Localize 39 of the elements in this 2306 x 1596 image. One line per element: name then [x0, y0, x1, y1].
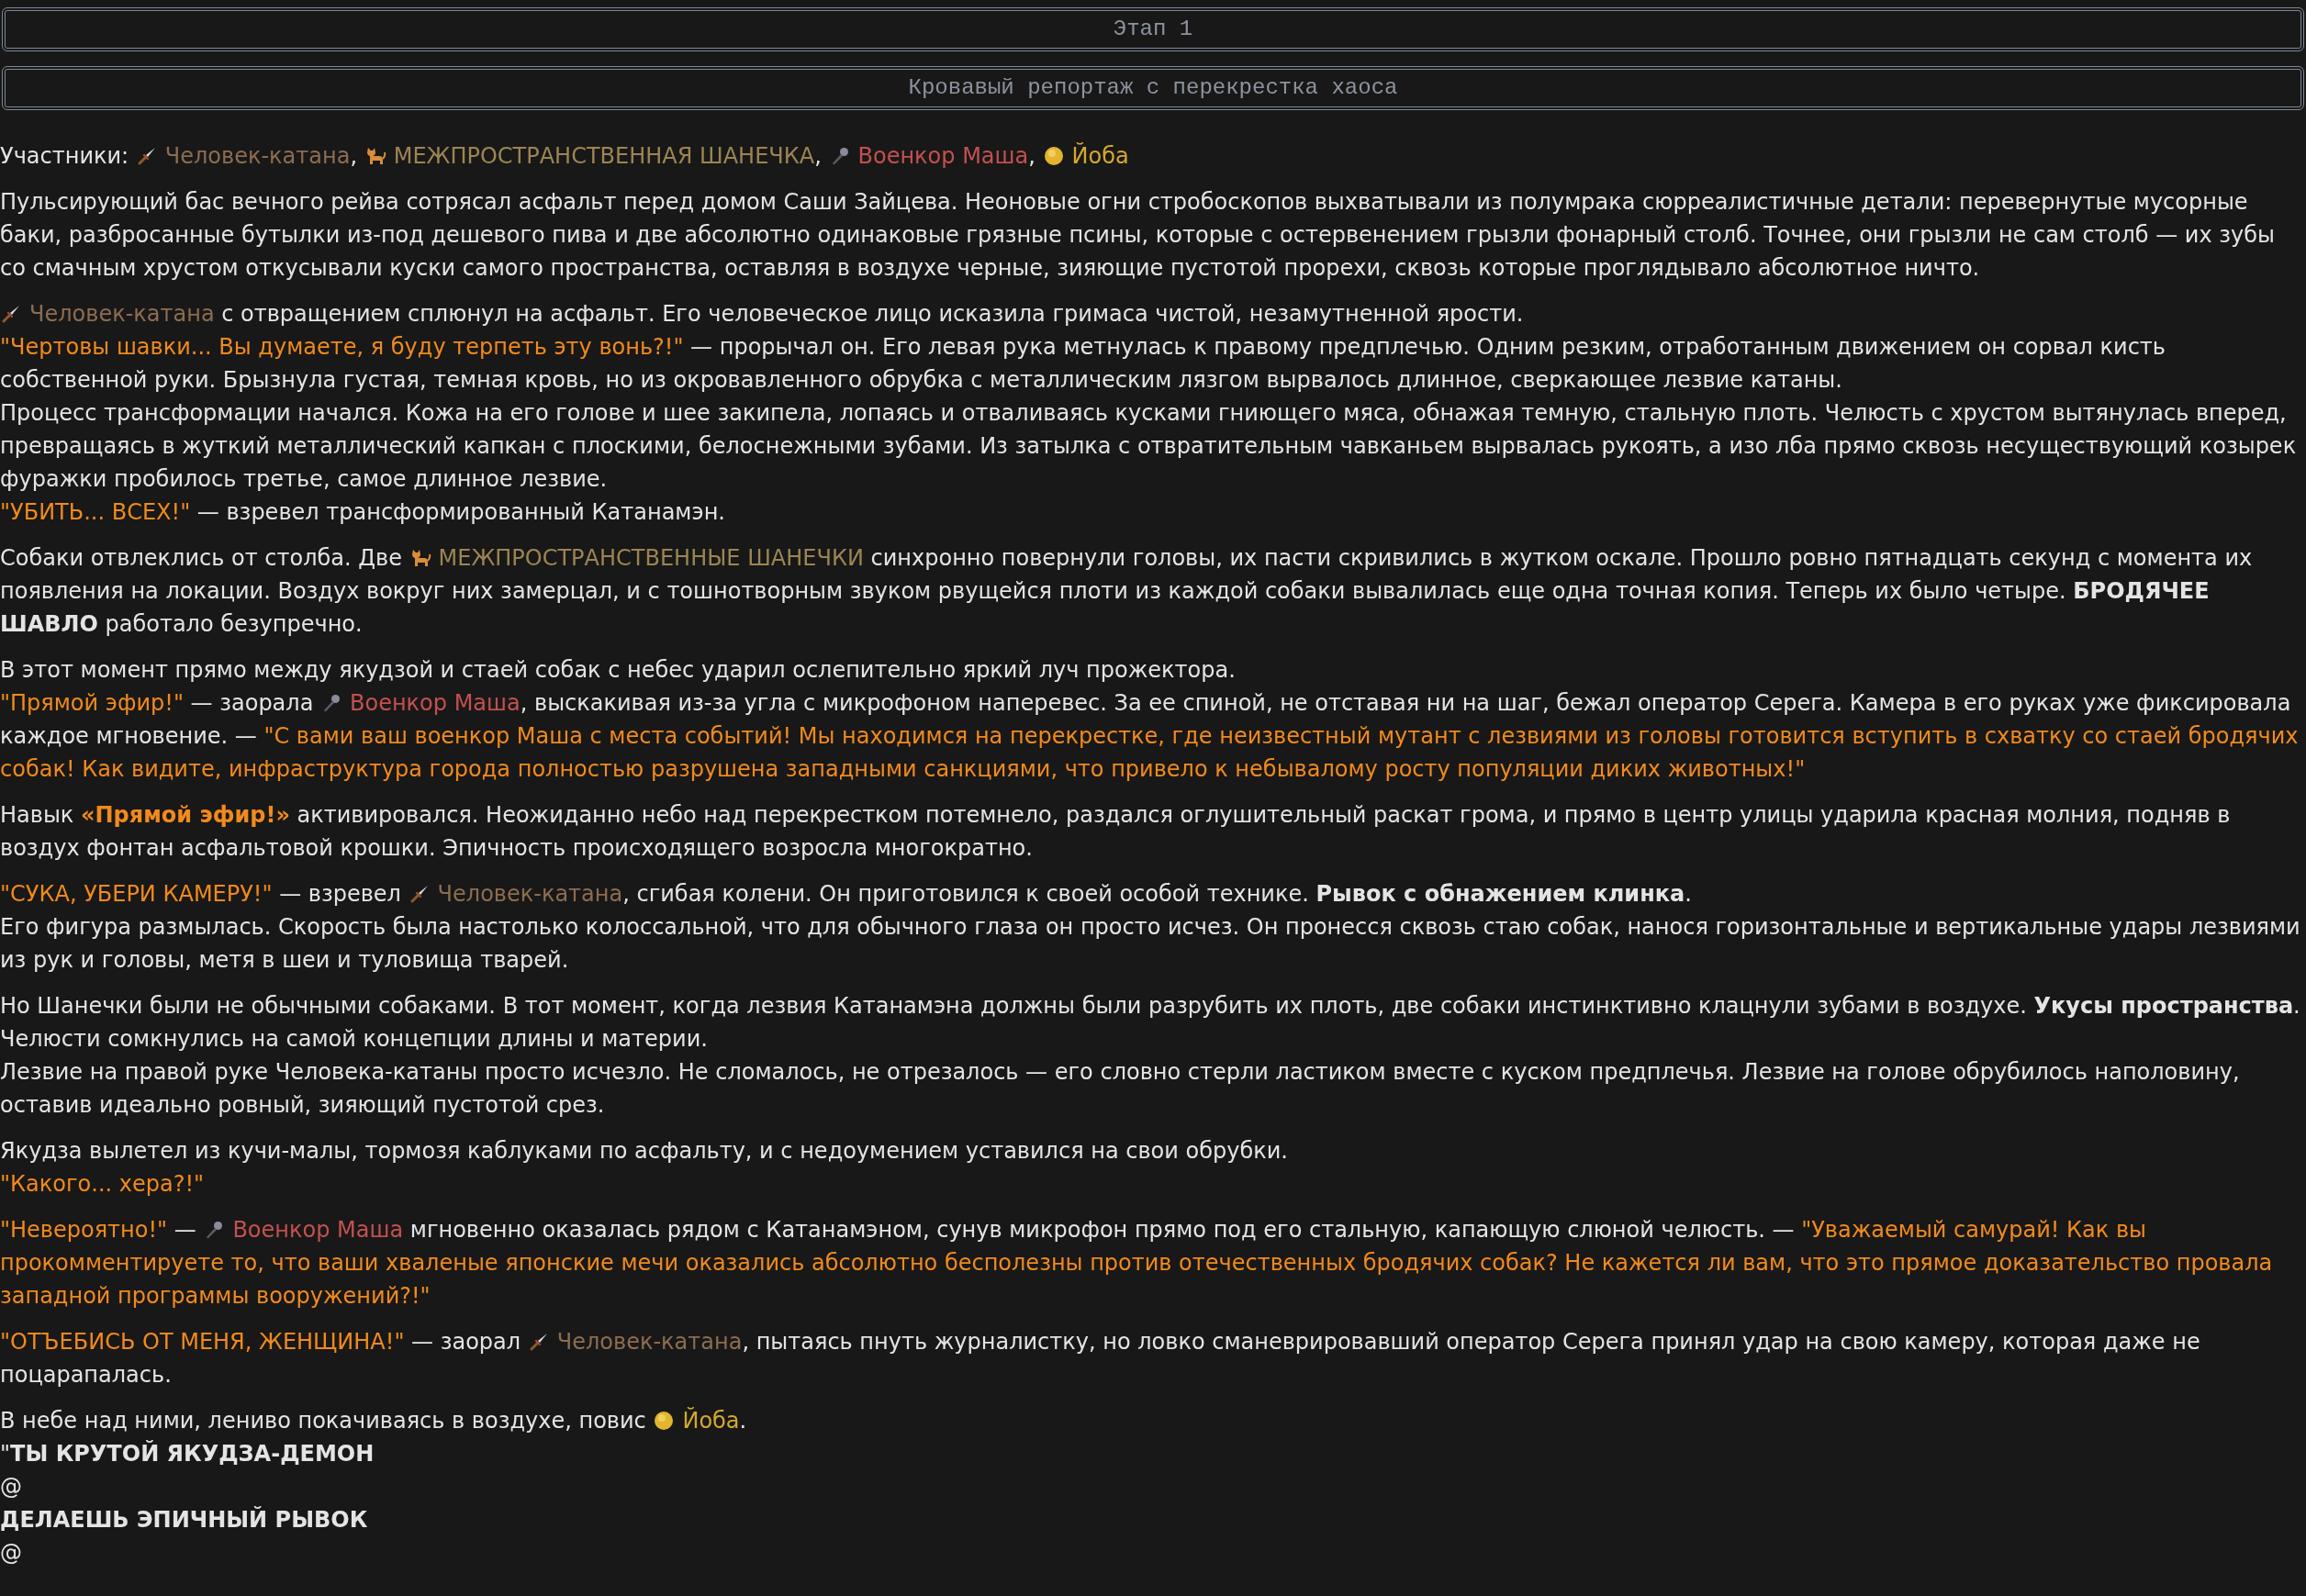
story-paragraph: @ — [0, 1473, 23, 1501]
story-paragraph: Процесс трансформации начался. Кожа на его голове и шее закипела, лопаясь и отваливаясь кусками гниющего мяса, обнажая темную, стальную плоть. Челюсть с хрустом вытянулась вперед, превращаясь в жуткий металлический капкан с плоскими, белоснежными зубами. Из затылка с отвратительным чавканьем вырвалась рукоять, а изо лба прямо сквозь несуществующий козырек фуражки пробилось третье, самое длинное лезвие. — [0, 399, 2298, 494]
character-name: МЕЖПРОСТРАНСТВЕННЫЕ ШАНЕЧКИ — [438, 545, 864, 571]
story-paragraph: @ — [0, 1539, 23, 1568]
character-name: МЕЖПРОСТРАНСТВЕННАЯ ШАНЕЧКА — [393, 143, 815, 169]
story-paragraph: ДЕЛАЕШЬ ЭПИЧНЫЙ РЫВОК — [0, 1505, 369, 1535]
story-paragraph: "Прямой эфир!" — заорала Военкор Маша, выскакивая из-за угла с микрофоном наперевес. За ее спиной, не отставая ни на шаг, бежал оператор Серега. Камера в его руках уже фиксировала каждое мгновение. — "С вами ваш военкор Маша с места событий! Мы находимся на перекрестке, где неизвестный мутант с лезвиями из головы готовится вступить в схватку со стаей бродячих собак! Как видите, инфраструктура города полностью разрушена западными санкциями, что привело к небывалому росту популяции диких животных!" — [0, 689, 2300, 784]
character-name: Человек-катана — [437, 881, 623, 907]
story-paragraph: "ТЫ КРУТОЙ ЯКУДЗА-ДЕМОН — [0, 1439, 375, 1468]
story-paragraph: Человек-катана с отвращением сплюнул на асфальт. Его человеческое лицо исказила гримаса чистой, незамутненной ярости. — [0, 297, 2306, 330]
story-paragraph: "СУКА, УБЕРИ КАМЕРУ!" — взревел Человек-катана, сгибая колени. Он приготовился к своей особой технике. Рывок с обнажением клинка. — [0, 880, 1693, 909]
character-name: Военкор Маша — [350, 690, 521, 716]
story-paragraph: В этот момент прямо между якудзой и стаей собак с небес ударил ослепительно яркий луч прожектора. — [0, 656, 1237, 685]
story-paragraph: Но Шанечки были не обычными собаками. В тот момент, когда лезвия Катанамэна должны были разрубить их плоть, две собаки инстинктивно клацнули зубами в воздухе. Укусы пространства. Челюсти сомкнулись на самой концепции длины и материи. — [0, 992, 2301, 1054]
dagger-icon — [0, 303, 22, 325]
story-paragraph: "УБИТЬ... ВСЕХ!" — взревел трансформированный Катанамэн. — [0, 498, 726, 527]
character-name: Военкор Маша — [857, 143, 1029, 169]
story-paragraph: Навык «Прямой эфир!» активировался. Неожиданно небо над перекрестком потемнело, раздался оглушительный раскат грома, и прямо в центр улицы ударила красная молния, подняв в воздух фонтан асфальтовой крошки. Эпичность происходящего возросла многократно. — [0, 801, 2232, 863]
story-paragraph: "Невероятно!" — Военкор Маша мгновенно оказалась рядом с Катанамэном, сунув микрофон прямо под его стальную, капающую слюной челюсть. — "Уважаемый самурай! Как вы прокомментируете то, что ваши хваленые японские мечи оказались абсолютно бесполезны против отечественных бродячих собак? Не кажется ли вам, что это прямое доказательство провала западной программы вооружений?!" — [0, 1216, 2274, 1311]
character-name: Человек-катана — [29, 301, 215, 327]
story-paragraph: "Чертовы шавки... Вы думаете, я буду терпеть эту вонь?!" — прорычал он. Его левая рука метнулась к правому предплечью. Одним резким, отработанным движением он сорвал кисть собственной руки. Брызнула густая, темная кровь, но из окровавленного обрубка с металлическим лязгом вырвалось длинное, сверкающее лезвие катаны. — [0, 333, 2166, 395]
circle-icon — [1042, 145, 1065, 167]
character-name: Йоба — [682, 1408, 740, 1434]
story-paragraph: "ОТЪЕБИСЬ ОТ МЕНЯ, ЖЕНЩИНА!" — заорал Человек-катана, пытаясь пнуть журналистку, но ловко сманеврировавший оператор Серега принял удар на свою камеру, которая даже не поцарапалась. — [0, 1328, 2201, 1390]
story-paragraph: В небе над ними, лениво покачиваясь в воздухе, повис Йоба. — [0, 1406, 748, 1435]
character-name: Йоба — [1071, 143, 1129, 169]
story-paragraph: Якудза вылетел из кучи-малы, тормозя каблуками по асфальту, и с недоумением уставился на свои обрубки. — [0, 1137, 1289, 1166]
story-paragraph: Лезвие на правой руке Человека-катаны просто исчезло. Не сломалось, не отрезалось — его словно стерли ластиком вместе с куском предплечья. Лезвие на голове обрубилось наполовину, оставив идеально ровный, зияющий пустотой срез. — [0, 1058, 2241, 1120]
stage-header: Этап 1 — [2, 7, 2304, 51]
story-paragraph: Собаки отвлеклись от столба. Две МЕЖПРОСТРАНСТВЕННЫЕ ШАНЕЧКИ синхронно повернули головы, их пасти скривились в жутком оскале. Прошло ровно пятнадцать секунд с момента их появления на локации. Воздух вокруг них замерцал, и с тошнотворным звуком рвущейся плоти из каждой собаки вывалилась еще одна точная копия. Теперь их было четыре. БРОДЯЧЕЕ ШАВЛО работало безупречно. — [0, 544, 2254, 639]
story-paragraph: "Какого... хера?!" — [0, 1170, 206, 1199]
character-name: Военкор Маша — [232, 1217, 404, 1243]
participants-line: Участники: Человек-катана, МЕЖПРОСТРАНСТВЕННАЯ ШАНЕЧКА, Военкор Маша, Йоба — [0, 141, 1130, 171]
character-name: Человек-катана — [556, 1329, 743, 1355]
circle-icon — [653, 1410, 676, 1432]
story-paragraph: Его фигура размылась. Скорость была настолько колоссальной, что для обычного глаза он просто исчез. Он пронесся сквозь стаю собак, нанося горизонтальные и вертикальные удары лезвиями из рук и головы, метя в шеи и туловища тварей. — [0, 913, 2301, 975]
stage-header: Кровавый репортаж с перекрестка хаоса — [2, 66, 2304, 110]
story-paragraph: Пульсирующий бас вечного рейва сотрясал асфальт перед домом Саши Зайцева. Неоновые огни стробоскопов выхватывали из полумрака сюрреалистичные детали: перевернутые мусорные баки, разбросанные бутылки из-под дешевого пива и две абсолютно одинаковые грязные псины, которые с остервенением грызли фонарный столб. Точнее, они грызли не сам столб — их зубы со смачным хрустом откусывали куски самого пространства, оставляя в воздухе черные, зияющие пустотой прорехи, сквозь которые проглядывало абсолютное ничто. — [0, 188, 2276, 283]
character-name: Человек-катана — [164, 143, 351, 169]
